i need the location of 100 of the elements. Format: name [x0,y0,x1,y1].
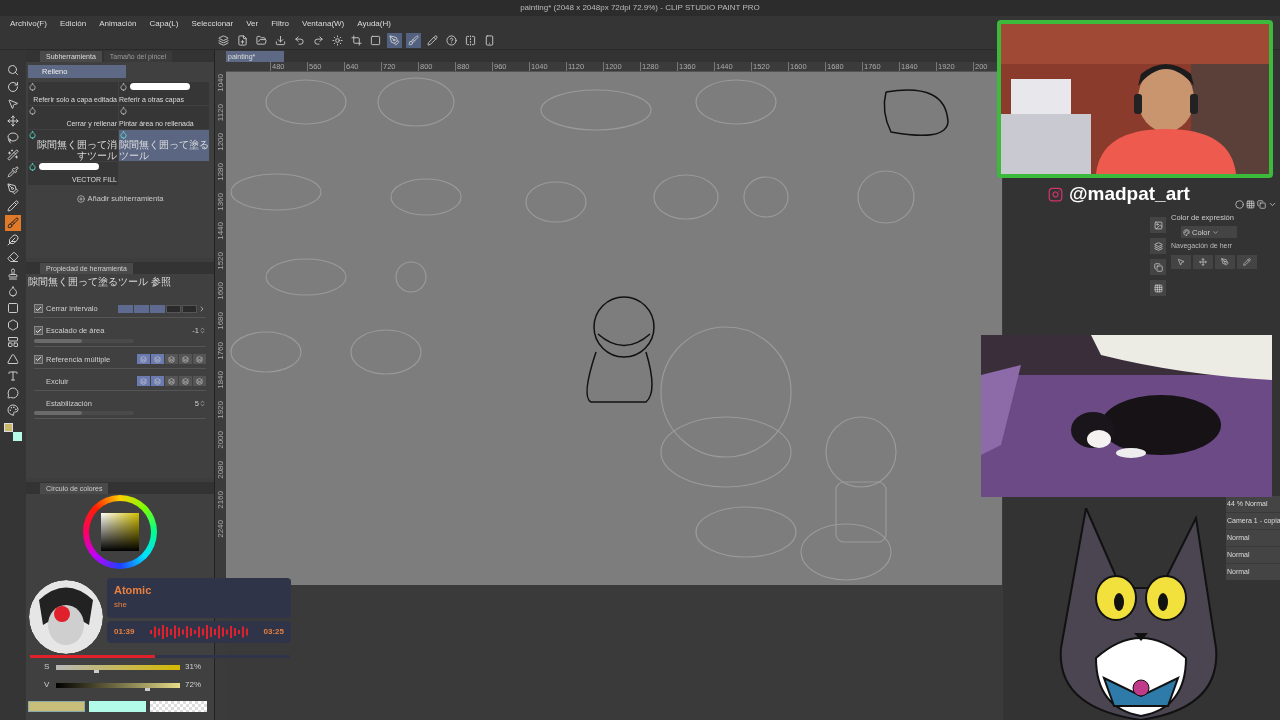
elapsed-time: 01:39 [114,626,135,638]
layers-icon [168,377,175,385]
layers-icon [168,355,175,363]
circle-icon[interactable] [1235,200,1244,209]
layers-icon[interactable] [1150,238,1166,254]
layers-icon [182,355,189,363]
subtool-item[interactable]: 隙間無く囲って消すツール [28,130,118,161]
slider-thumb[interactable] [145,687,151,691]
chevron-icon[interactable] [1268,200,1277,209]
layers-icon [154,377,161,385]
sub-color-swatch[interactable] [13,432,22,441]
hexagon-icon[interactable] [5,317,21,333]
checkbox[interactable] [34,326,43,336]
menu-item[interactable]: Archivo(F) [10,17,47,30]
balloon-icon[interactable] [5,385,21,401]
wand-icon[interactable] [5,147,21,163]
copy-icon[interactable] [1257,200,1266,209]
help-icon[interactable] [444,32,459,48]
slider-thumb[interactable] [94,669,100,673]
feather-icon[interactable] [5,232,21,248]
ruler-label: 1120 [216,103,225,121]
crop-icon[interactable] [349,32,364,48]
checkbox[interactable] [34,304,43,314]
frame-icon[interactable] [5,334,21,350]
move-icon[interactable] [5,113,21,129]
fill-icon [119,130,128,139]
menu-item[interactable]: Seleccionar [191,17,234,30]
pencil-icon[interactable] [1237,254,1257,269]
reference-option[interactable] [179,376,192,387]
new-file-icon[interactable] [235,32,250,48]
menu-item[interactable]: Filtro [271,17,289,30]
ruler-icon[interactable] [5,351,21,367]
plus-icon [76,194,85,203]
copy-icon[interactable] [1150,259,1166,275]
ruler-label: 1040 [216,74,225,92]
reference-option[interactable] [137,376,150,387]
ruler-label: 1440 [216,222,225,241]
menu-item[interactable]: Ver [246,17,259,30]
reference-option[interactable] [151,376,164,387]
pencil-icon[interactable] [425,32,440,48]
brush-icon[interactable] [406,32,421,48]
reference-option[interactable] [165,354,178,365]
color-slider[interactable] [56,682,180,688]
reference-option[interactable] [193,376,206,387]
ruler-label: 1280 [216,162,225,181]
menu-item[interactable]: Edición [59,17,87,30]
palette-icon[interactable] [5,402,21,418]
ruler-label: 1520 [216,252,225,270]
search-icon[interactable] [5,62,21,78]
slider-track[interactable] [34,338,134,343]
spark-icon[interactable] [330,32,345,48]
pen-icon[interactable] [387,32,402,48]
image-icon[interactable] [1150,217,1166,233]
chevron-icon [1211,228,1219,236]
main-color-swatch[interactable] [28,701,85,712]
slider-track[interactable] [34,411,134,416]
fill-icon [28,162,37,171]
menu-item[interactable]: Ayuda(H) [357,17,391,30]
pen-icon[interactable] [1215,254,1235,269]
ruler-label: 2160 [216,490,225,509]
flip-icon[interactable] [463,32,478,48]
reference-option[interactable] [151,354,164,365]
subtool-item[interactable]: 隙間無く囲って塗るツール [119,130,209,161]
pointer-icon[interactable] [1171,254,1191,269]
brush-icon[interactable] [5,215,21,231]
fill-icon [119,82,128,91]
stamp-icon[interactable] [5,266,21,282]
slider-value: 72% [185,679,201,691]
pointer-icon[interactable] [5,96,21,112]
reference-option[interactable] [137,354,150,365]
palette-icon [1183,228,1190,236]
menu-item[interactable]: Capa(L) [149,17,179,30]
reference-option[interactable] [179,354,192,365]
layers-icon[interactable] [216,32,231,48]
pipette-icon[interactable] [5,164,21,180]
reference-option[interactable] [193,354,206,365]
color-square[interactable] [101,513,139,551]
window-title: painting* (2048 x 2048px 72dpi 72.9%) - CLIP STUDIO PAINT PRO [520,2,760,14]
rotate-icon[interactable] [5,79,21,95]
transparent-swatch[interactable] [150,701,207,712]
gradient-icon[interactable] [5,300,21,316]
grid-icon[interactable] [1150,280,1166,296]
slider-value: 31% [185,661,201,673]
checkbox[interactable] [34,354,43,364]
sub-color-swatch[interactable] [89,701,146,712]
pencil-icon[interactable] [5,198,21,214]
move-icon[interactable] [1193,254,1213,269]
eraser-icon[interactable] [5,249,21,265]
color-slider[interactable] [56,664,180,670]
layers-icon [154,355,161,363]
lasso-icon[interactable] [5,130,21,146]
next-icon[interactable] [198,304,206,313]
pen-icon[interactable] [5,181,21,197]
menu-item[interactable]: Animación [99,17,137,30]
menu-item[interactable]: Ventana(W) [302,17,345,30]
slider-label: S [44,661,51,673]
tool-name: 隙間無く囲って塗るツール 参照 [27,275,172,289]
grid-icon[interactable] [1246,200,1255,209]
text-icon[interactable] [5,368,21,384]
reference-option[interactable] [165,376,178,387]
